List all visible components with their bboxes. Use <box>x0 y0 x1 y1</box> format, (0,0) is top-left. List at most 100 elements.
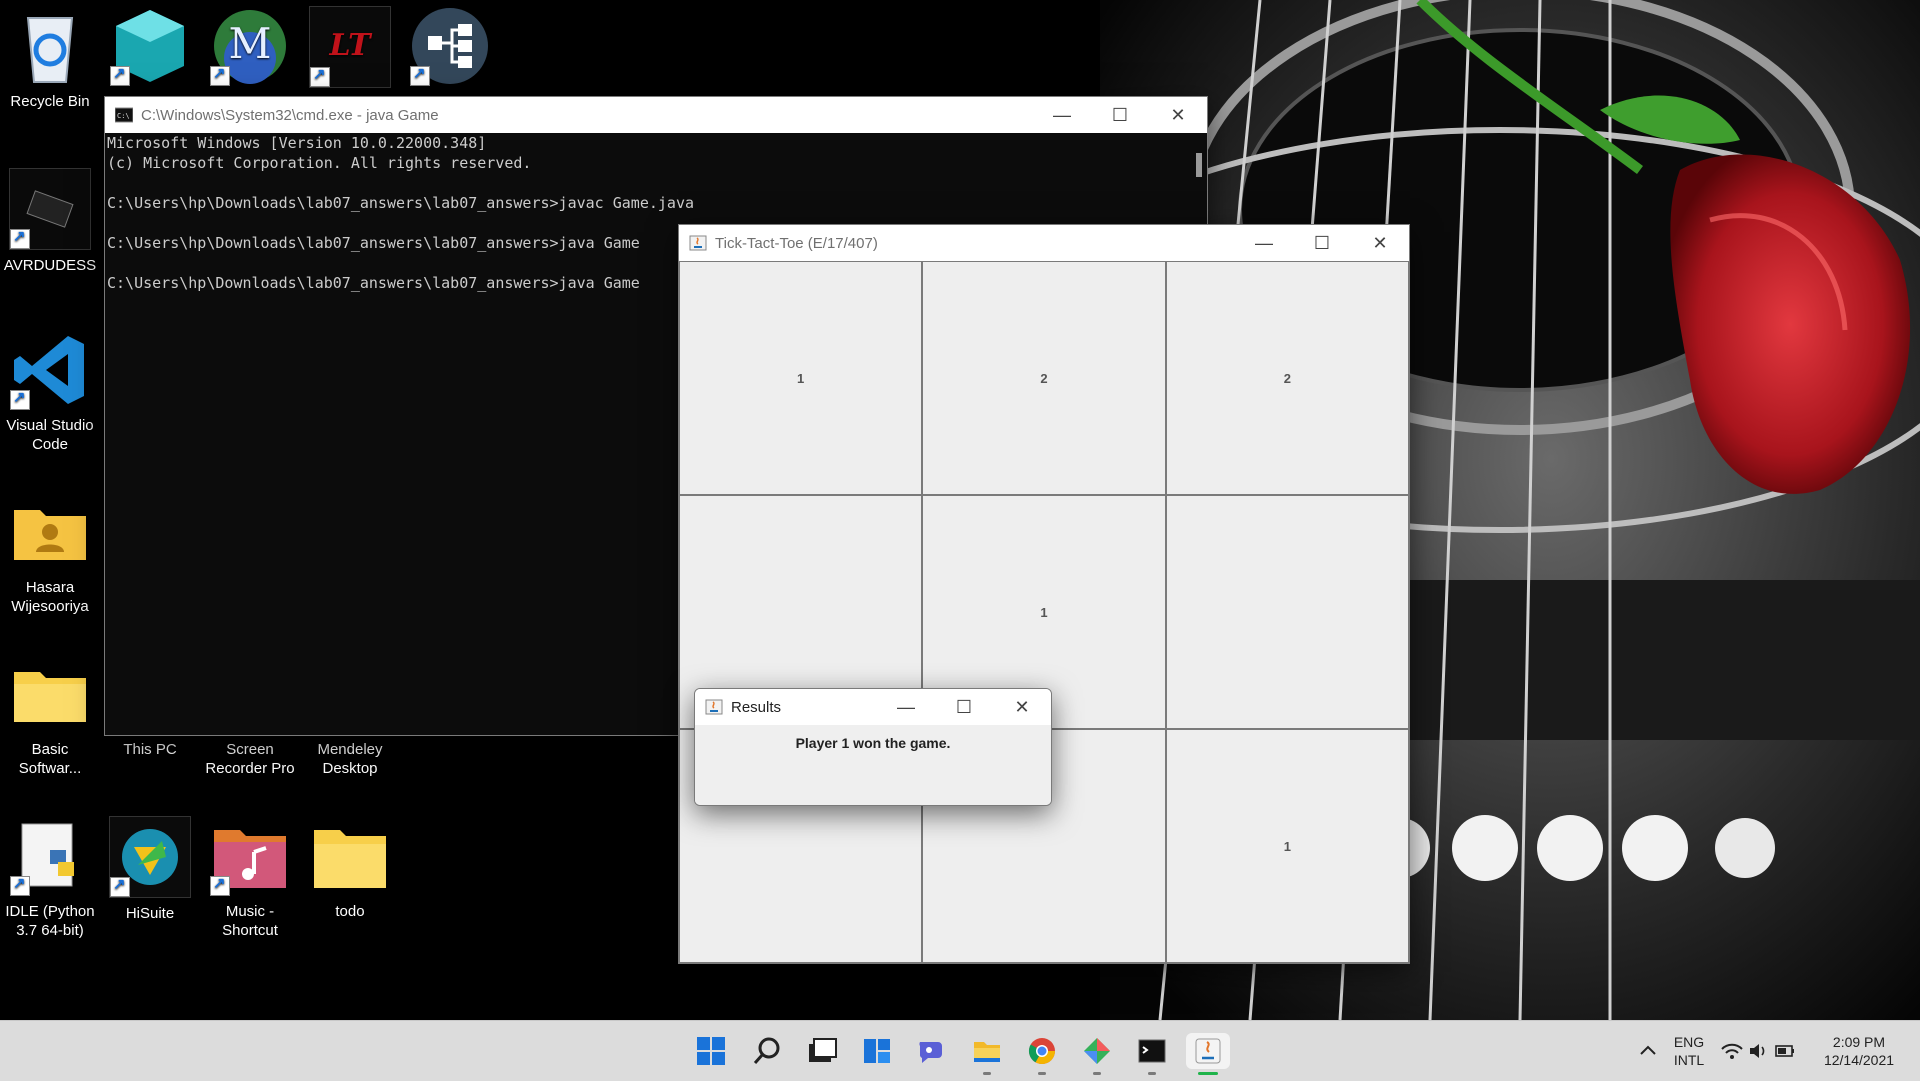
desktop-icon-todo[interactable]: todo <box>300 816 400 921</box>
widgets-icon <box>864 1039 890 1063</box>
start-button[interactable] <box>693 1033 729 1069</box>
chevron-up-icon <box>1640 1045 1656 1055</box>
maximize-button[interactable]: ☐ <box>1091 97 1149 133</box>
tic-tac-toe-window[interactable]: Tick-Tact-Toe (E/17/407) — ☐ ✕ 1 2 2 1 1 <box>678 224 1410 964</box>
desktop-icon-label: Hasara Wijesooriya <box>11 579 89 615</box>
game-titlebar[interactable]: Tick-Tact-Toe (E/17/407) — ☐ ✕ <box>679 225 1409 261</box>
cmd-icon: C:\ <box>115 107 133 123</box>
console-line: Microsoft Windows [Version 10.0.22000.34… <box>107 134 487 152</box>
board-cell[interactable]: 1 <box>679 261 923 495</box>
results-dialog[interactable]: Results — ☐ ✕ Player 1 won the game. <box>694 688 1052 806</box>
folder-icon <box>974 1042 1000 1062</box>
chip-icon <box>9 168 91 250</box>
time-label: 2:09 PM <box>1832 1034 1886 1050</box>
diamond-app-icon <box>1084 1038 1110 1064</box>
chat-button[interactable] <box>914 1033 950 1069</box>
window-title: Tick-Tact-Toe (E/17/407) <box>715 234 878 252</box>
desktop-icon-ltspice[interactable]: LT <box>300 6 400 94</box>
language-indicator[interactable]: ENG INTL <box>1664 1033 1714 1069</box>
dialog-titlebar[interactable]: Results — ☐ ✕ <box>695 689 1051 725</box>
desktop-icon-label: Visual Studio Code <box>6 417 94 453</box>
desktop-icon-user-folder[interactable]: Hasara Wijesooriya <box>0 492 100 616</box>
desktop-icon-label: Screen Recorder Pro <box>205 741 295 777</box>
chrome-button[interactable] <box>1024 1033 1060 1075</box>
close-button[interactable]: ✕ <box>1351 225 1409 261</box>
folder-icon <box>10 654 90 734</box>
date-label: 12/14/2021 <box>1823 1052 1895 1068</box>
m-globe-icon: M <box>210 6 290 86</box>
task-view-button[interactable] <box>804 1033 840 1069</box>
hisuite-icon <box>109 816 191 898</box>
board-cell[interactable]: 1 <box>1165 729 1409 963</box>
game-board: 1 2 2 1 1 <box>679 261 1409 963</box>
desktop-icon-avrdudess[interactable]: AVRDUDESS <box>0 168 100 275</box>
vscode-icon <box>10 330 90 410</box>
scrollbar-thumb[interactable] <box>1196 153 1202 177</box>
show-hidden-icons-button[interactable] <box>1630 1033 1666 1069</box>
recycle-bin-icon <box>10 6 90 86</box>
desktop-icon-vscode[interactable]: Visual Studio Code <box>0 330 100 454</box>
desktop-icon-basic-software[interactable]: Basic Softwar... <box>0 654 100 778</box>
desktop-icon-label: Basic Softwar... <box>18 741 82 777</box>
desktop-icon-label: HiSuite <box>125 905 175 922</box>
svg-text:M: M <box>228 19 271 68</box>
console-line: C:\Users\hp\Downloads\lab07_answers\lab0… <box>107 194 694 212</box>
cmd-titlebar[interactable]: C:\ C:\Windows\System32\cmd.exe - java G… <box>105 97 1207 133</box>
active-indicator <box>1198 1072 1218 1075</box>
app-button[interactable] <box>1079 1033 1115 1075</box>
desktop-icon-m-app[interactable]: M <box>200 6 300 92</box>
desktop-icon-recycle-bin[interactable]: Recycle Bin <box>0 6 100 111</box>
maximize-button[interactable]: ☐ <box>1293 225 1351 261</box>
user-folder-icon <box>10 492 90 572</box>
search-icon <box>753 1037 780 1064</box>
minimize-button[interactable]: — <box>1235 225 1293 261</box>
desktop-icon-idle[interactable]: IDLE (Python 3.7 64-bit) <box>0 816 100 940</box>
desktop-icon-label: todo <box>335 903 365 920</box>
svg-text:C:\: C:\ <box>117 112 130 120</box>
file-explorer-button[interactable] <box>969 1033 1005 1075</box>
shortcut-arrow-icon <box>410 64 430 86</box>
shortcut-arrow-icon <box>210 874 230 896</box>
maximize-button[interactable]: ☐ <box>935 689 993 725</box>
java-icon <box>705 699 723 715</box>
desktop-icon-music-shortcut[interactable]: Music - Shortcut <box>200 816 300 940</box>
desktop-icon-label: Recycle Bin <box>10 93 90 110</box>
minimize-button[interactable]: — <box>1033 97 1091 133</box>
desktop-icon-ual[interactable] <box>100 6 200 92</box>
dialog-title: Results <box>731 698 782 716</box>
task-view-icon <box>809 1038 837 1062</box>
shortcut-arrow-icon <box>310 65 330 87</box>
windows-logo-icon <box>697 1037 725 1065</box>
window-title: C:\Windows\System32\cmd.exe - java Game <box>141 106 439 124</box>
terminal-button[interactable] <box>1134 1033 1170 1075</box>
battery-icon <box>1775 1045 1794 1057</box>
close-button[interactable]: ✕ <box>993 689 1051 725</box>
desktop-icon-label: Music - Shortcut <box>222 903 278 939</box>
board-cell[interactable]: 2 <box>1165 261 1409 495</box>
board-cell[interactable]: 2 <box>922 261 1166 495</box>
chat-icon <box>919 1042 942 1063</box>
language-label: ENG <box>1673 1034 1705 1050</box>
folder-icon <box>310 816 390 896</box>
desktop-icon-label: Mendeley Desktop <box>317 741 383 777</box>
desktop-icon-hisuite[interactable]: HiSuite <box>100 816 200 923</box>
python-idle-icon <box>10 816 90 896</box>
java-icon <box>689 235 707 251</box>
taskbar: ENG INTL 2:09 PM 12/14/2021 <box>0 1020 1920 1081</box>
network-volume-battery-button[interactable] <box>1718 1033 1798 1069</box>
ual-cube-icon <box>110 6 190 86</box>
clock[interactable]: 2:09 PM 12/14/2021 <box>1814 1033 1904 1069</box>
volume-icon <box>1750 1044 1765 1058</box>
desktop-icon-label: This PC <box>123 741 177 758</box>
board-cell[interactable] <box>1165 495 1409 729</box>
shortcut-arrow-icon <box>110 64 130 86</box>
close-button[interactable]: ✕ <box>1149 97 1207 133</box>
java-app-button[interactable] <box>1186 1033 1230 1075</box>
search-button[interactable] <box>749 1033 785 1069</box>
shortcut-arrow-icon <box>10 227 30 249</box>
shortcut-arrow-icon <box>110 875 130 897</box>
minimize-button[interactable]: — <box>877 689 935 725</box>
widgets-button[interactable] <box>859 1033 895 1069</box>
desktop-icon-flowchart[interactable] <box>400 6 500 92</box>
